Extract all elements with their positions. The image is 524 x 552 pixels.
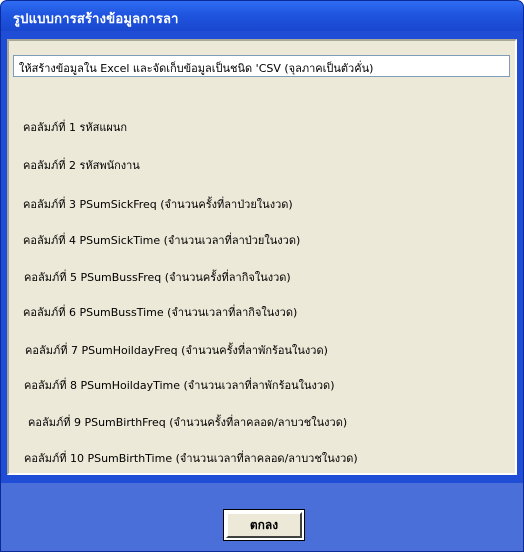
column-line-6: คอลัมภ์ที่ 6 PSumBussTime (จำนวนเวลาที่ล… <box>23 306 298 319</box>
column-line-8: คอลัมภ์ที่ 8 PSumHoildayTime (จำนวนเวลาท… <box>24 379 335 392</box>
ok-button-frame: ตกลง <box>223 509 305 541</box>
dialog-window: รูปแบบการสร้างข้อมูลการลา ให้สร้างข้อมูล… <box>0 0 524 552</box>
column-line-10: คอลัมภ์ที่ 10 PSumBirthTime (จำนวนเวลาที… <box>24 452 358 465</box>
column-line-9: คอลัมภ์ที่ 9 PSumBirthFreq (จำนวนครั้งที… <box>28 416 348 429</box>
title-bar[interactable]: รูปแบบการสร้างข้อมูลการลา <box>1 1 523 31</box>
column-line-3: คอลัมภ์ที่ 3 PSumSickFreq (จำนวนครั้งที่… <box>23 198 293 211</box>
column-line-2: คอลัมภ์ที่ 2 รหัสพนักงาน <box>23 159 140 172</box>
column-line-7: คอลัมภ์ที่ 7 PSumHoildayFreq (จำนวนครั้ง… <box>25 344 328 357</box>
instruction-text-field: ให้สร้างข้อมูลใน Excel และจัดเก็บข้อมูลเ… <box>13 55 510 77</box>
column-line-1: คอลัมภ์ที่ 1 รหัสแผนก <box>23 121 128 134</box>
content-panel: ให้สร้างข้อมูลใน Excel และจัดเก็บข้อมูลเ… <box>7 39 517 475</box>
column-line-4: คอลัมภ์ที่ 4 PSumSickTime (จำนวนเวลาที่ล… <box>23 234 301 247</box>
column-line-5: คอลัมภ์ที่ 5 PSumBussFreq (จำนวนครั้งที่… <box>24 271 291 284</box>
window-title: รูปแบบการสร้างข้อมูลการลา <box>13 12 179 27</box>
ok-button[interactable]: ตกลง <box>226 512 302 538</box>
